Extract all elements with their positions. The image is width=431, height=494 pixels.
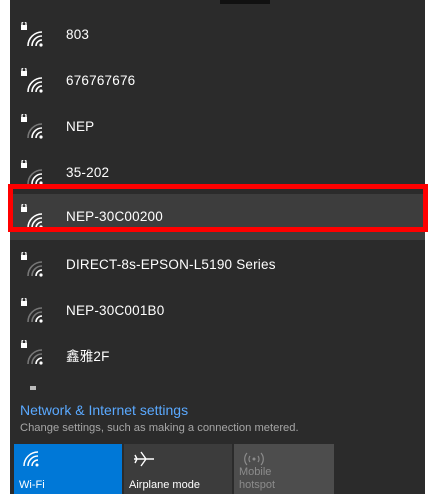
network-item[interactable]: 803	[10, 12, 425, 58]
secured-wifi-icon	[21, 22, 43, 47]
top-edge-marker	[220, 0, 270, 4]
network-item[interactable]: NEP-30C001B0	[10, 288, 425, 334]
secured-wifi-icon	[21, 68, 43, 93]
partial-list-item	[30, 386, 36, 390]
network-name: 鑫雅2F	[66, 349, 110, 364]
network-name: DIRECT-8s-EPSON-L5190 Series	[66, 257, 276, 272]
network-name: 803	[66, 27, 90, 42]
secured-wifi-icon	[21, 252, 43, 277]
wifi-toggle-button[interactable]: Wi-Fi	[14, 444, 122, 494]
mobile-hotspot-button[interactable]: Mobile hotspot	[234, 444, 334, 494]
airplane-mode-label: Airplane mode	[129, 479, 200, 491]
secured-wifi-icon	[21, 114, 43, 139]
selection-highlight-box	[8, 184, 428, 232]
airplane-mode-button[interactable]: Airplane mode	[124, 444, 232, 494]
network-item[interactable]: NEP	[10, 104, 425, 150]
wifi-flyout: 803 676767676 NEP 35-202 NEP-30C00200 DI…	[10, 0, 425, 494]
network-settings-description: Change settings, such as making a connec…	[20, 422, 299, 434]
wifi-icon	[23, 451, 39, 467]
network-settings-link[interactable]: Network & Internet settings	[20, 402, 188, 418]
secured-wifi-icon	[21, 298, 43, 323]
network-name: NEP-30C001B0	[66, 303, 165, 318]
airplane-icon	[134, 451, 154, 467]
secured-wifi-icon	[21, 340, 43, 365]
mobile-hotspot-label: Mobile hotspot	[239, 466, 276, 491]
network-name: NEP	[66, 119, 95, 134]
network-name: 676767676	[66, 73, 136, 88]
wifi-toggle-label: Wi-Fi	[19, 479, 45, 491]
network-item[interactable]: 鑫雅2F	[10, 330, 425, 376]
network-item[interactable]: 676767676	[10, 58, 425, 104]
network-name: 35-202	[66, 165, 110, 180]
network-item[interactable]: DIRECT-8s-EPSON-L5190 Series	[10, 242, 425, 288]
